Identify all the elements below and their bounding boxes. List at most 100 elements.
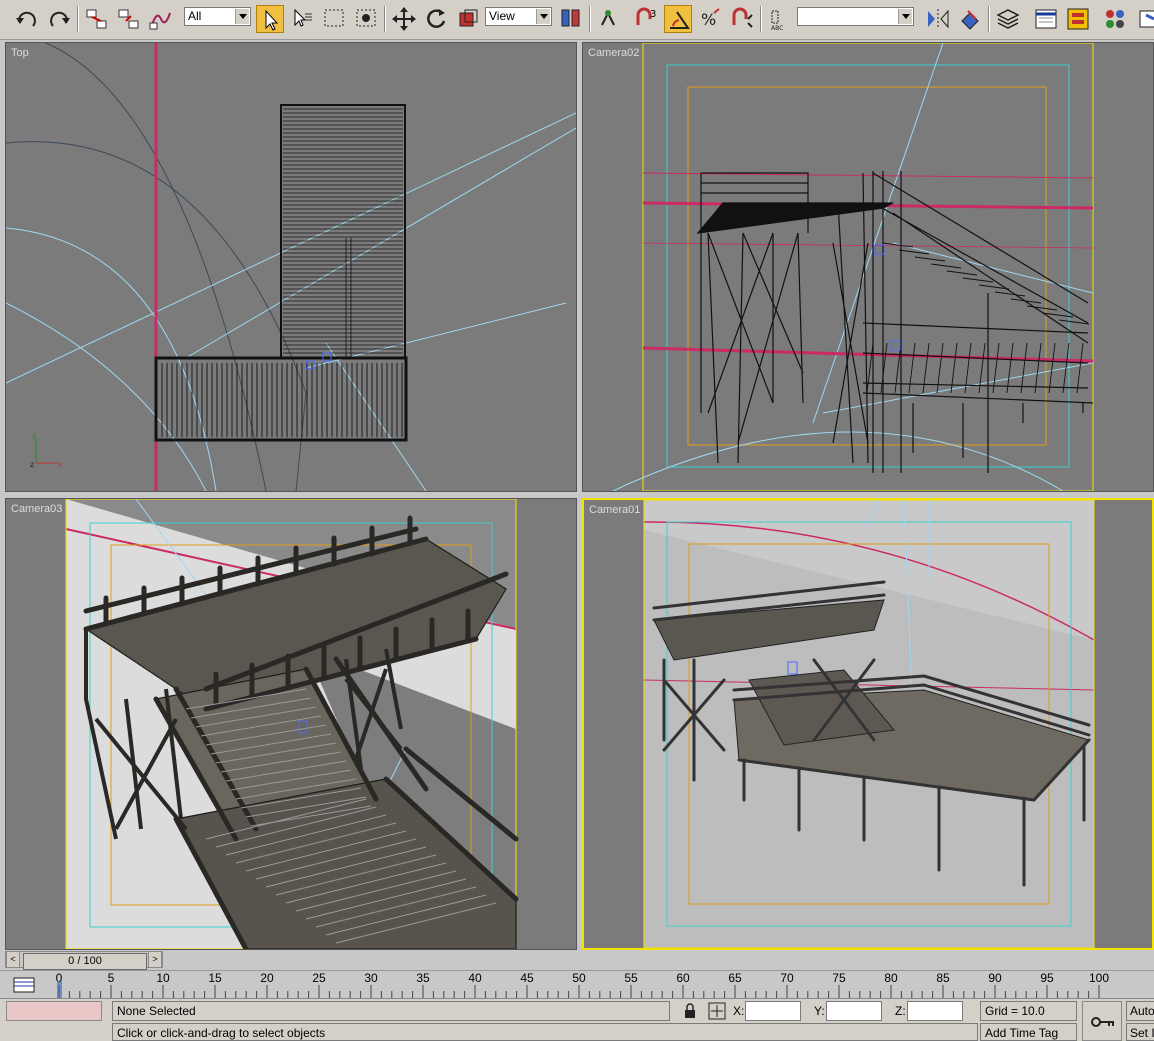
ruler-tick-label: 60 xyxy=(676,971,690,985)
align-icon[interactable] xyxy=(956,5,984,33)
material-editor-icon[interactable] xyxy=(1101,5,1129,33)
move-icon[interactable] xyxy=(390,5,418,33)
time-slider[interactable]: < 0 / 100 > xyxy=(5,950,1154,970)
set-key-label: Set I xyxy=(1130,1026,1154,1040)
curve-editor-icon[interactable] xyxy=(1032,5,1060,33)
status-bar: None Selected X: Y: Z: Grid = 10.0 Click… xyxy=(0,998,1154,1041)
named-selection-dropdown[interactable] xyxy=(797,7,914,26)
set-key-button[interactable]: Set I xyxy=(1126,1023,1154,1041)
ruler-tick-label: 90 xyxy=(988,971,1002,985)
render-scene-icon[interactable] xyxy=(1136,5,1154,33)
viewport-label[interactable]: Top xyxy=(11,47,29,59)
set-key-mode-button[interactable] xyxy=(1082,1001,1122,1041)
viewport-label[interactable]: Camera01 xyxy=(589,504,640,516)
svg-text:3: 3 xyxy=(650,9,656,20)
ruler-tick-label: 55 xyxy=(624,971,638,985)
current-frame-marker xyxy=(57,981,62,999)
frame-ruler[interactable]: 0 5 10 15 20 25 30 35 40 45 50 55 60 65 70 75 80 85 90 95 10… xyxy=(55,971,1154,999)
percent-snap-icon[interactable]: % xyxy=(696,5,724,33)
ruler-tick-label: 85 xyxy=(936,971,950,985)
unlink-icon[interactable] xyxy=(115,5,143,33)
ruler-tick-label: 15 xyxy=(208,971,222,985)
select-and-link-icon[interactable] xyxy=(83,5,111,33)
y-label: Y: xyxy=(814,1004,825,1018)
top-view-scene: y z x xyxy=(6,43,576,491)
snap-toggle-icon[interactable]: 3 xyxy=(632,5,660,33)
key-icon xyxy=(1091,1017,1114,1027)
svg-text:ABC: ABC xyxy=(771,25,783,32)
schematic-view-icon[interactable] xyxy=(1064,5,1092,33)
auto-key-button[interactable]: Auto xyxy=(1126,1001,1154,1021)
scale-icon[interactable] xyxy=(454,5,482,33)
next-frame-icon[interactable]: > xyxy=(148,951,162,968)
rectangular-selection-icon[interactable] xyxy=(320,5,348,33)
z-label: Z: xyxy=(895,1004,906,1018)
angle-snap-icon[interactable] xyxy=(664,5,692,33)
ruler-tick-label: 25 xyxy=(312,971,326,985)
undo-icon[interactable] xyxy=(13,5,41,33)
pivot-center-icon[interactable] xyxy=(557,5,585,33)
maxscript-listener-mini[interactable] xyxy=(6,1001,102,1021)
frame-display: 0 / 100 xyxy=(68,955,102,967)
ruler-tick-label: 35 xyxy=(416,971,430,985)
prompt-text: Click or click-and-drag to select object… xyxy=(117,1026,326,1040)
selection-count: None Selected xyxy=(117,1004,196,1018)
ruler-tick-label: 30 xyxy=(364,971,378,985)
redo-icon[interactable] xyxy=(45,5,73,33)
y-coord-field[interactable] xyxy=(826,1001,882,1021)
select-manipulate-icon[interactable] xyxy=(594,5,622,33)
x-coord-field[interactable] xyxy=(745,1001,801,1021)
window-crossing-icon[interactable] xyxy=(352,5,380,33)
ruler-tick-label: 95 xyxy=(1040,971,1054,985)
ruler-tick-label: 100 xyxy=(1089,971,1109,985)
camera03-view-scene xyxy=(65,499,519,949)
ruler-tick-label: 5 xyxy=(108,971,115,985)
add-time-tag-label: Add Time Tag xyxy=(985,1026,1059,1040)
prompt-line: Click or click-and-drag to select object… xyxy=(112,1023,978,1041)
x-label: X: xyxy=(733,1004,745,1018)
mirror-icon[interactable] xyxy=(924,5,952,33)
ruler-tick-label: 40 xyxy=(468,971,482,985)
ruler-tick-label: 45 xyxy=(520,971,534,985)
edit-named-selection-icon[interactable]: ABC xyxy=(766,5,794,33)
grid-size-text: Grid = 10.0 xyxy=(985,1004,1045,1018)
ruler-tick-label: 75 xyxy=(832,971,846,985)
svg-text:x: x xyxy=(58,460,63,469)
camera02-view-scene xyxy=(612,43,1094,491)
rotate-icon[interactable] xyxy=(422,5,450,33)
main-toolbar: All View 3 % ABC xyxy=(0,0,1154,40)
ruler-tick-label: 70 xyxy=(780,971,794,985)
reference-coordinate-dropdown[interactable]: View xyxy=(485,7,552,26)
track-bar[interactable]: 0 5 10 15 20 25 30 35 40 45 50 55 60 65 70 75 80 85 90 95 10… xyxy=(0,970,1154,999)
auto-key-label: Auto xyxy=(1130,1004,1154,1018)
svg-text:y: y xyxy=(32,431,37,440)
ruler-tick-label: 65 xyxy=(728,971,742,985)
z-coord-field[interactable] xyxy=(907,1001,963,1021)
camera01-view-scene xyxy=(643,500,1095,948)
lock-icon[interactable] xyxy=(683,1003,697,1019)
time-slider-track[interactable]: < 0 / 100 > xyxy=(5,951,163,970)
prev-frame-icon[interactable]: < xyxy=(6,951,20,968)
absolute-mode-icon[interactable] xyxy=(708,1002,726,1020)
viewport-label[interactable]: Camera03 xyxy=(11,503,62,515)
grid-size-display: Grid = 10.0 xyxy=(980,1001,1077,1021)
ruler-tick-label: 10 xyxy=(156,971,170,985)
viewport-camera01[interactable]: Camera01 xyxy=(582,498,1154,950)
spinner-snap-icon[interactable] xyxy=(728,5,756,33)
viewport-label[interactable]: Camera02 xyxy=(588,47,639,59)
select-object-icon[interactable] xyxy=(256,5,284,33)
viewport-camera03[interactable]: Camera03 xyxy=(5,498,577,950)
open-mini-curve-editor-icon[interactable] xyxy=(12,975,38,995)
ruler-tick-label: 50 xyxy=(572,971,586,985)
viewport-camera02[interactable]: Camera02 xyxy=(582,42,1154,492)
viewport-top[interactable]: Top y z x xyxy=(5,42,577,492)
select-by-name-icon[interactable] xyxy=(288,5,316,33)
svg-text:z: z xyxy=(30,460,34,469)
selection-filter-dropdown[interactable]: All xyxy=(184,7,251,26)
time-slider-thumb[interactable]: 0 / 100 xyxy=(23,953,147,970)
bind-space-warp-icon[interactable] xyxy=(147,5,175,33)
layer-manager-icon[interactable] xyxy=(994,5,1022,33)
add-time-tag-button[interactable]: Add Time Tag xyxy=(980,1023,1077,1041)
selection-status: None Selected xyxy=(112,1001,670,1021)
ruler-tick-label: 20 xyxy=(260,971,274,985)
